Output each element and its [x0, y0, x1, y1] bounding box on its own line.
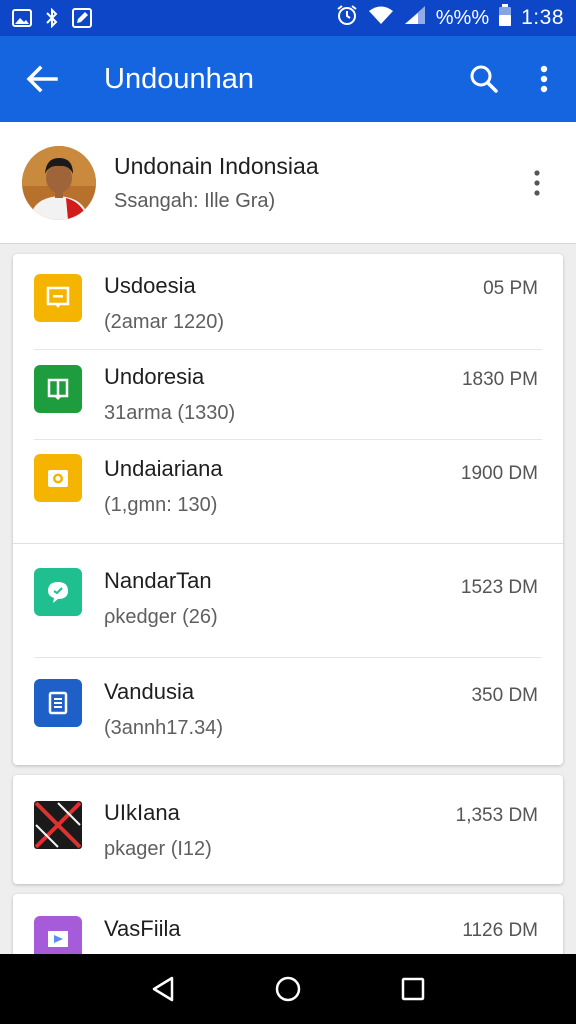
system-nav-bar — [0, 954, 576, 1024]
nav-back-button[interactable] — [133, 959, 193, 1019]
item-time: 1,353 DM — [455, 805, 538, 826]
item-time: 05 PM — [483, 278, 538, 299]
camera-icon — [34, 454, 82, 502]
list-item[interactable]: UIkIana pkager (I12) 1,353 DM — [13, 775, 563, 884]
message-square-icon — [34, 274, 82, 322]
nav-home-button[interactable] — [258, 959, 318, 1019]
item-time: 1523 DM — [460, 577, 538, 598]
battery-percent: %%% — [435, 6, 490, 29]
back-button[interactable] — [0, 36, 84, 122]
overflow-menu-button[interactable] — [514, 36, 574, 122]
item-detail: (3annh17.34) — [104, 717, 223, 739]
app-bar: Undounhan — [0, 36, 576, 122]
arrow-left-icon — [26, 65, 58, 93]
contact-subtitle: Ssangah: Ille Gra) — [114, 189, 276, 212]
search-button[interactable] — [454, 36, 514, 122]
item-name: Undaiariana — [104, 456, 223, 481]
item-detail: (1,gmn: 130) — [104, 494, 218, 516]
item-detail: 31arma (1330) — [104, 402, 236, 424]
crossed-flag-icon — [34, 801, 82, 849]
item-time: 1830 PM — [461, 369, 538, 390]
item-name: UIkIana — [104, 800, 180, 825]
item-detail: (2amar 1220) — [104, 311, 225, 333]
item-time: 350 DM — [471, 685, 538, 706]
home-circle-icon — [275, 976, 301, 1002]
avatar — [22, 145, 96, 220]
list-card: UIkIana pkager (I12) 1,353 DM — [13, 775, 563, 884]
list-item[interactable]: NandarTan ρkedger (26) 1523 DM — [13, 544, 563, 657]
signal-icon — [404, 5, 426, 31]
clock: 1:38 — [521, 6, 564, 29]
contact-more-button[interactable] — [512, 153, 562, 213]
contact-name: Undonain Indonsiaa — [114, 152, 319, 179]
item-detail: ρkedger (26) — [104, 606, 218, 628]
search-icon — [470, 65, 498, 93]
more-vert-icon — [540, 65, 548, 93]
status-bar: %%% 1:38 — [0, 0, 576, 36]
chat-bubble-icon — [34, 568, 82, 616]
list-card: Usdoesia (2amar 1220) 05 PM Undoresia 31… — [13, 254, 563, 765]
document-icon — [34, 679, 82, 727]
item-name: VasFiila — [104, 916, 181, 941]
list-item[interactable]: Undoresia 31arma (1330) 1830 PM — [13, 350, 563, 440]
contact-header[interactable]: Undonain Indonsiaa Ssangah: Ille Gra) — [0, 122, 576, 244]
item-name: NandarTan — [104, 568, 212, 593]
nav-recents-button[interactable] — [383, 959, 443, 1019]
item-name: Vandusia — [104, 679, 195, 704]
bluetooth-icon — [42, 8, 62, 28]
wifi-icon — [368, 5, 394, 31]
item-time: 1126 DM — [462, 920, 538, 941]
recents-square-icon — [402, 977, 425, 1001]
list-item[interactable]: Undaiariana (1,gmn: 130) 1900 DM — [13, 440, 563, 543]
alarm-icon — [336, 4, 358, 32]
back-triangle-icon — [152, 976, 173, 1002]
book-icon — [34, 365, 82, 413]
battery-icon — [499, 4, 512, 32]
edit-icon — [72, 8, 92, 28]
list-item[interactable]: Vandusia (3annh17.34) 350 DM — [13, 658, 563, 765]
item-name: Undoresia — [104, 364, 205, 389]
item-time: 1900 DM — [460, 463, 538, 484]
more-vert-icon — [534, 169, 540, 196]
item-name: Usdoesia — [104, 273, 196, 298]
list-item[interactable]: Usdoesia (2amar 1220) 05 PM — [13, 254, 563, 349]
page-title: Undounhan — [104, 62, 254, 95]
image-icon — [12, 8, 32, 28]
item-detail: pkager (I12) — [104, 838, 212, 860]
